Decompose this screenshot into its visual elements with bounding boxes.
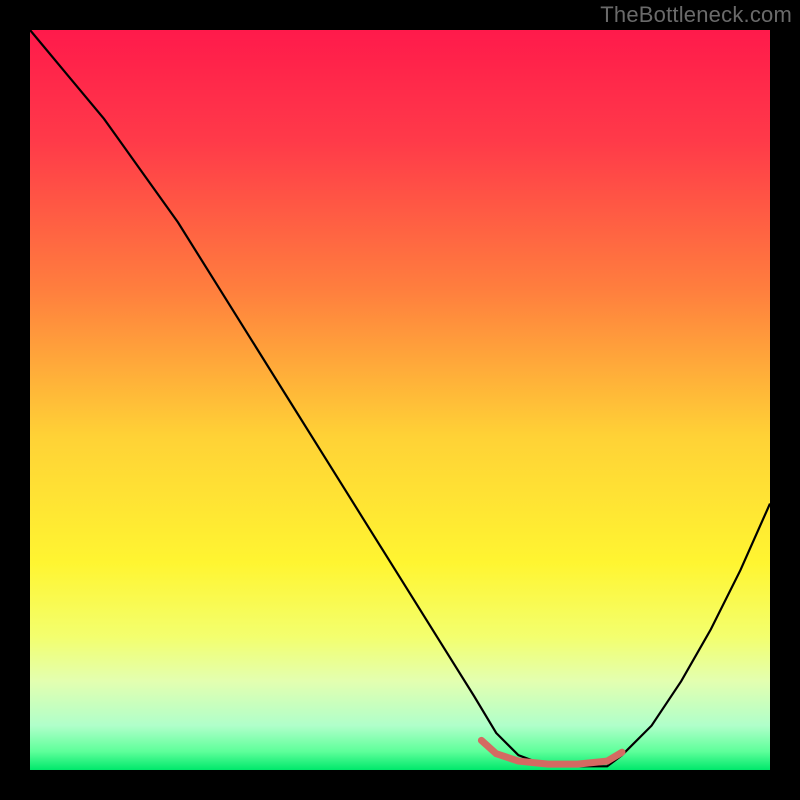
bottleneck-chart [0, 0, 800, 800]
plot-background [30, 30, 770, 770]
watermark-text: TheBottleneck.com [600, 2, 792, 28]
chart-container: TheBottleneck.com [0, 0, 800, 800]
